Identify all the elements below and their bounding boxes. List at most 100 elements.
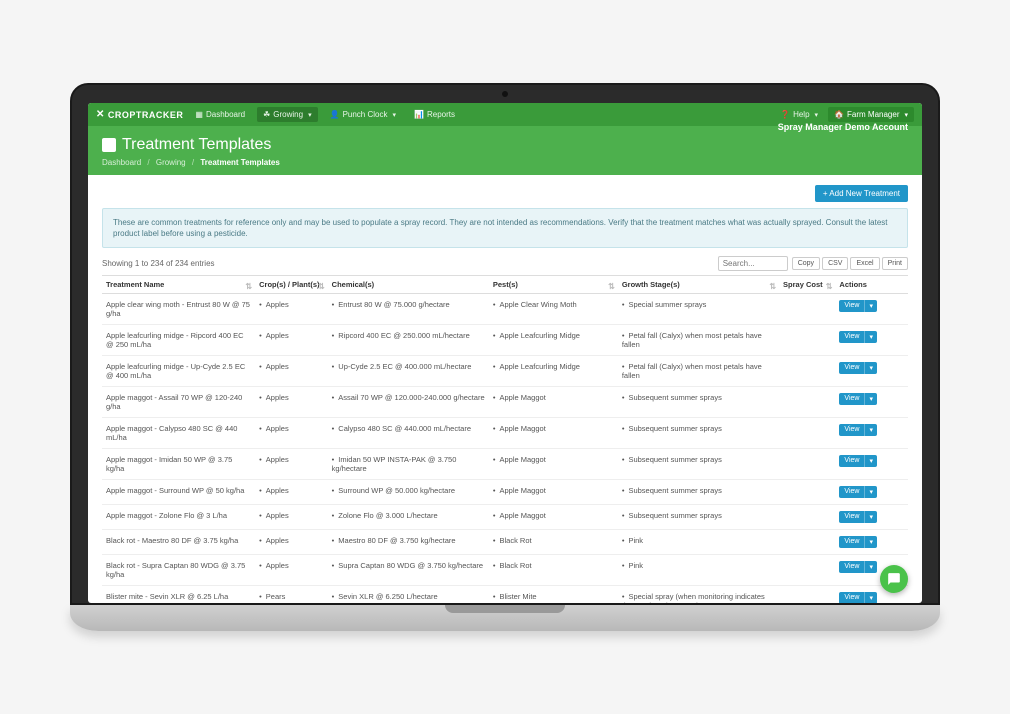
view-button-label: View [839, 511, 864, 523]
breadcrumb: Dashboard / Growing / Treatment Template… [102, 158, 908, 167]
nav-punch-clock[interactable]: 👤 Punch Clock [324, 107, 402, 122]
nav-help[interactable]: ❓ Help [774, 107, 824, 122]
cell-name: Black rot - Supra Captan 80 WDG @ 3.75 k… [102, 555, 255, 586]
nav-reports-label: Reports [427, 110, 455, 119]
farm-icon: 🏠 [834, 110, 844, 119]
nav-dashboard[interactable]: ▦ Dashboard [189, 107, 251, 122]
view-button-dropdown: ▾ [864, 300, 877, 312]
page-title-text: Treatment Templates [122, 136, 271, 154]
chat-fab[interactable] [880, 565, 908, 593]
breadcrumb-growing[interactable]: Growing [156, 158, 186, 167]
cell-pests: Black Rot [489, 555, 618, 586]
cell-chemicals: Ripcord 400 EC @ 250.000 mL/hectare [328, 325, 489, 356]
add-new-treatment-button[interactable]: + Add New Treatment [815, 185, 908, 202]
search-input[interactable] [718, 256, 788, 271]
col-header-name[interactable]: Treatment Name⇅ [102, 276, 255, 294]
view-button[interactable]: View▾ [839, 592, 877, 603]
cell-chemicals: Imidan 50 WP INSTA-PAK @ 3.750 kg/hectar… [328, 449, 489, 480]
view-button[interactable]: View▾ [839, 331, 877, 343]
nav-farm-manager[interactable]: 🏠 Farm Manager [828, 107, 914, 122]
cell-chemicals: Up-Cyde 2.5 EC @ 400.000 mL/hectare [328, 356, 489, 387]
col-header-cost[interactable]: Spray Cost⇅ [779, 276, 835, 294]
breadcrumb-current: Treatment Templates [200, 158, 279, 167]
sort-icon: ⇅ [318, 282, 325, 291]
view-button[interactable]: View▾ [839, 455, 877, 467]
table-row: Blister mite - Sevin XLR @ 6.25 L/haPear… [102, 586, 908, 603]
excel-button[interactable]: Excel [850, 257, 879, 270]
col-header-chemicals[interactable]: Chemical(s) [328, 276, 489, 294]
cell-pests: Apple Maggot [489, 418, 618, 449]
cell-cost [779, 418, 835, 449]
cell-actions: View▾ [835, 387, 908, 418]
cell-actions: View▾ [835, 449, 908, 480]
user-icon: 👤 [330, 110, 340, 119]
cell-stages: Pink [618, 530, 779, 555]
cell-pests: Apple Maggot [489, 505, 618, 530]
nav-growing[interactable]: ☘ Growing [257, 107, 317, 122]
cell-chemicals: Supra Captan 80 WDG @ 3.750 kg/hectare [328, 555, 489, 586]
view-button-dropdown: ▾ [864, 455, 877, 467]
cell-name: Apple clear wing moth - Entrust 80 W @ 7… [102, 294, 255, 325]
table-body: Apple clear wing moth - Entrust 80 W @ 7… [102, 294, 908, 603]
view-button[interactable]: View▾ [839, 362, 877, 374]
view-button[interactable]: View▾ [839, 536, 877, 548]
cell-actions: View▾ [835, 505, 908, 530]
table-row: Apple clear wing moth - Entrust 80 W @ 7… [102, 294, 908, 325]
view-button-dropdown: ▾ [864, 561, 877, 573]
cell-name: Apple leafcurling midge - Ripcord 400 EC… [102, 325, 255, 356]
view-button[interactable]: View▾ [839, 424, 877, 436]
breadcrumb-dashboard[interactable]: Dashboard [102, 158, 141, 167]
cell-cost [779, 294, 835, 325]
col-header-crops[interactable]: Crop(s) / Plant(s)⇅ [255, 276, 328, 294]
view-button-label: View [839, 536, 864, 548]
col-header-pests[interactable]: Pest(s)⇅ [489, 276, 618, 294]
copy-button[interactable]: Copy [792, 257, 820, 270]
table-header-row: Treatment Name⇅ Crop(s) / Plant(s)⇅ Chem… [102, 276, 908, 294]
view-button[interactable]: View▾ [839, 561, 877, 573]
table-row: Apple leafcurling midge - Ripcord 400 EC… [102, 325, 908, 356]
reports-icon: 📊 [414, 110, 424, 119]
print-button[interactable]: Print [882, 257, 908, 270]
cell-stages: Subsequent summer sprays [618, 418, 779, 449]
treatments-table: Treatment Name⇅ Crop(s) / Plant(s)⇅ Chem… [102, 275, 908, 603]
view-button-dropdown: ▾ [864, 393, 877, 405]
cell-pests: Blister Mite [489, 586, 618, 603]
laptop-base [70, 605, 940, 631]
view-button-label: View [839, 486, 864, 498]
view-button[interactable]: View▾ [839, 511, 877, 523]
laptop-camera [502, 91, 508, 97]
cell-actions: View▾ [835, 356, 908, 387]
view-button[interactable]: View▾ [839, 393, 877, 405]
cell-name: Apple maggot - Zolone Flo @ 3 L/ha [102, 505, 255, 530]
cell-pests: Apple Clear Wing Moth [489, 294, 618, 325]
view-button-label: View [839, 300, 864, 312]
cell-stages: Petal fall (Calyx) when most petals have… [618, 356, 779, 387]
view-button-dropdown: ▾ [864, 486, 877, 498]
cell-crops: Apples [255, 449, 328, 480]
cell-cost [779, 555, 835, 586]
cell-name: Apple maggot - Calypso 480 SC @ 440 mL/h… [102, 418, 255, 449]
account-label: Spray Manager Demo Account [778, 122, 908, 132]
cell-actions: View▾ [835, 480, 908, 505]
csv-button[interactable]: CSV [822, 257, 848, 270]
cell-actions: View▾ [835, 325, 908, 356]
cell-stages: Subsequent summer sprays [618, 505, 779, 530]
cell-name: Apple maggot - Imidan 50 WP @ 3.75 kg/ha [102, 449, 255, 480]
view-button-dropdown: ▾ [864, 331, 877, 343]
cell-cost [779, 530, 835, 555]
view-button-dropdown: ▾ [864, 424, 877, 436]
col-header-stages[interactable]: Growth Stage(s)⇅ [618, 276, 779, 294]
view-button-label: View [839, 561, 864, 573]
view-button[interactable]: View▾ [839, 486, 877, 498]
cell-chemicals: Zolone Flo @ 3.000 L/hectare [328, 505, 489, 530]
view-button[interactable]: View▾ [839, 300, 877, 312]
main-content: + Add New Treatment These are common tre… [88, 175, 922, 603]
table-row: Apple maggot - Assail 70 WP @ 120-240 g/… [102, 387, 908, 418]
laptop-frame: ✕ CROPTRACKER ▦ Dashboard ☘ Growing 👤 Pu… [70, 83, 940, 605]
nav-reports[interactable]: 📊 Reports [408, 107, 461, 122]
brand-logo[interactable]: ✕ CROPTRACKER [96, 109, 183, 120]
cell-name: Apple leafcurling midge - Up-Cyde 2.5 EC… [102, 356, 255, 387]
cell-crops: Apples [255, 356, 328, 387]
nav-dashboard-label: Dashboard [206, 110, 245, 119]
cell-crops: Apples [255, 325, 328, 356]
